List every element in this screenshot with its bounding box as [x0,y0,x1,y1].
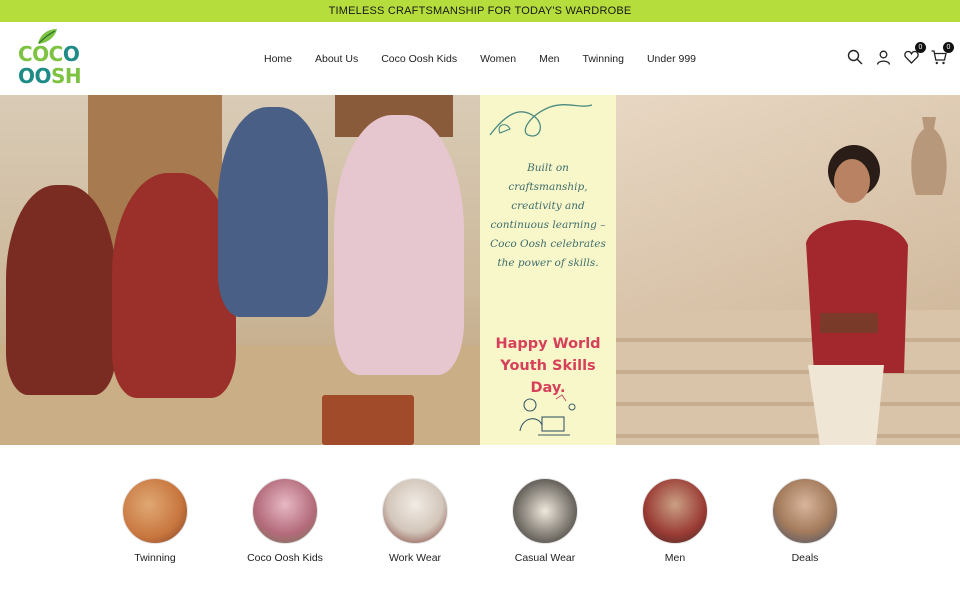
man-reading-figure [806,145,908,445]
account-button[interactable] [874,48,892,66]
logo-text-line2-a: OO [18,64,52,88]
category-work-wear[interactable]: Work Wear [355,478,475,564]
category-label: Coco Oosh Kids [247,552,323,564]
hero-headline: Happy World Youth Skills Day. [495,336,601,396]
category-image [122,478,188,544]
category-image [252,478,318,544]
cart-button[interactable]: 0 [930,42,954,66]
category-image [512,478,578,544]
category-label: Casual Wear [514,552,576,564]
main-nav: Home About Us Coco Oosh Kids Women Men T… [0,22,960,95]
wishlist-count-badge: 0 [915,42,926,53]
cart-count-badge: 0 [943,42,954,53]
nav-women[interactable]: Women [480,53,516,65]
site-header: COCO OOSH Home About Us Coco Oosh Kids W… [0,22,960,95]
category-label: Men [664,552,686,564]
category-twinning[interactable]: Twinning [95,478,215,564]
person-woman-laptop [334,115,464,375]
category-kids[interactable]: Coco Oosh Kids [225,478,345,564]
person-man-laptop [218,107,328,317]
category-image [642,478,708,544]
category-label: Deals [791,552,819,564]
hero-photo-man-reading [616,95,960,445]
nav-about-us[interactable]: About Us [315,53,358,65]
hero-photo-group-reading [0,95,480,445]
logo-text-line1-b: O [62,42,80,66]
logo-text-line2-b: SH [51,64,82,88]
nav-men[interactable]: Men [539,53,559,65]
announcement-bar: TIMELESS CRAFTSMANSHIP FOR TODAY'S WARDR… [0,0,960,22]
announcement-text: TIMELESS CRAFTSMANSHIP FOR TODAY'S WARDR… [328,5,632,17]
header-actions: 0 0 [846,42,954,66]
nav-under-999[interactable]: Under 999 [647,53,696,65]
category-label: Work Wear [388,552,442,564]
category-men[interactable]: Men [615,478,735,564]
category-row: Twinning Coco Oosh Kids Work Wear Casual… [0,478,960,568]
hero-message-panel: Built on craftsmanship, creativity and c… [480,95,616,445]
heart-icon [903,50,919,64]
nav-twinning[interactable]: Twinning [583,53,624,65]
wishlist-button[interactable]: 0 [902,42,926,66]
hero-banner[interactable]: Built on craftsmanship, creativity and c… [0,95,960,445]
category-casual-wear[interactable]: Casual Wear [485,478,605,564]
nav-home[interactable]: Home [264,53,292,65]
vase-icon [911,117,947,195]
logo-text-line1-a: COC [18,42,63,66]
search-icon [847,49,863,65]
user-icon [876,50,890,65]
book-stack [322,395,414,445]
category-deals[interactable]: Deals [745,478,865,564]
student-laptop-illustration-icon [519,394,576,436]
swirl-decoration-icon [489,104,593,137]
person-boy-writing [6,185,116,395]
logo[interactable]: COCO OOSH [18,28,84,90]
nav-kids[interactable]: Coco Oosh Kids [381,53,457,65]
category-label: Twinning [134,552,176,564]
category-image [772,478,838,544]
hero-quote: Built on craftsmanship, creativity and c… [490,162,606,269]
category-image [382,478,448,544]
search-button[interactable] [846,48,864,66]
